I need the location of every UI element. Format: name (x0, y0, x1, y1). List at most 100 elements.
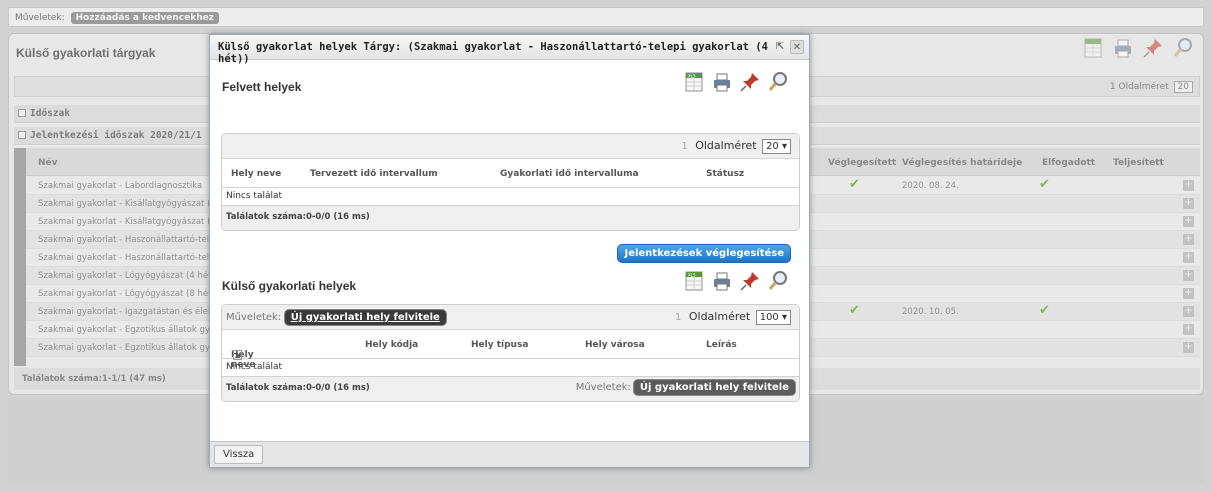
print-icon[interactable] (1112, 37, 1134, 59)
new-place-button[interactable]: Új gyakorlati hely felvitele (284, 310, 446, 325)
group-indent-bar (14, 148, 26, 366)
collapse-icon[interactable] (18, 131, 26, 139)
row-name: Szakmai gyakorlat - Haszonállattartó-tel… (38, 235, 215, 245)
print-icon[interactable] (711, 71, 733, 93)
expand-plus-icon[interactable]: + (1183, 234, 1194, 245)
close-icon[interactable]: ✕ (790, 40, 804, 54)
section2-toolbar: XLS (683, 270, 789, 292)
modal-header: Külső gyakorlat helyek Tárgy: (Szakmai g… (210, 35, 809, 65)
page-size-label: Oldalméret (1118, 82, 1169, 92)
external-places-grid: Műveletek: Új gyakorlati hely felvitele … (221, 304, 800, 402)
operations-label: Műveletek: (226, 312, 282, 323)
section1-toolbar: XLS (683, 71, 789, 93)
finalize-applications-button[interactable]: Jelentkezések véglegesítése (617, 244, 791, 263)
page-number[interactable]: 1 (675, 312, 681, 323)
col-place-city[interactable]: Hely városa (585, 340, 645, 350)
no-results-text: Nincs találat (222, 359, 799, 377)
deadline-date: 2020. 08. 24. (902, 181, 959, 191)
page-size-label: Oldalméret (695, 139, 757, 152)
grid-toolbar: 1 Oldalméret 20 ▾ (222, 134, 799, 159)
modal-footer: Vissza (210, 441, 809, 467)
background-operations-bar: Műveletek: Hozzáadás a kedvencekhez (8, 7, 1204, 27)
expand-plus-icon[interactable]: + (1183, 216, 1194, 227)
add-to-favorites-button[interactable]: Hozzáadás a kedvencekhez (70, 12, 219, 24)
places-modal: Külső gyakorlat helyek Tárgy: (Szakmai g… (209, 34, 810, 468)
row-name: Szakmai gyakorlat - Kisállatgyógyászat ( (38, 217, 211, 227)
excel-icon[interactable]: XLS (683, 270, 705, 292)
result-count: Találatok száma:0-0/0 (16 ms) (222, 206, 799, 230)
col-elfogadott[interactable]: Elfogadott (1042, 158, 1095, 168)
col-practice-interval[interactable]: Gyakorlati idő intervalluma (500, 169, 639, 179)
popout-icon[interactable]: ⇱ (773, 40, 787, 54)
page-size-select[interactable]: 20 ▾ (762, 139, 791, 154)
grid-toolbar: Műveletek: Új gyakorlati hely felvitele … (222, 305, 799, 330)
col-planned-interval[interactable]: Tervezett idő intervallum (310, 169, 438, 179)
modal-body: Felvett helyek XLS 1 Oldalméret 20 ▾ Hel… (210, 61, 809, 442)
no-results-text: Nincs találat (222, 188, 799, 206)
grid-footer: Találatok száma:0-0/0 (16 ms) Műveletek:… (222, 377, 799, 401)
section-title-external-places: Külső gyakorlati helyek (222, 279, 357, 293)
operations-label: Műveletek: (575, 382, 631, 393)
row-name: Szakmai gyakorlat - Lógyógyászat (4 hét (38, 271, 212, 281)
page-number[interactable]: 1 (1110, 82, 1116, 92)
page-number[interactable]: 1 (681, 141, 687, 152)
expand-plus-icon[interactable]: + (1183, 270, 1194, 281)
page-size-select[interactable]: 20 (1173, 81, 1193, 93)
accepted-check-icon: ✔ (1039, 177, 1050, 192)
expand-plus-icon[interactable]: + (1183, 288, 1194, 299)
svg-text:XLS: XLS (688, 273, 696, 278)
col-hatarido[interactable]: Véglegesítés határideje (902, 158, 1022, 168)
row-name: Szakmai gyakorlat - Egzotikus állatok gy (38, 325, 210, 335)
expand-plus-icon[interactable]: + (1183, 306, 1194, 317)
row-name: Szakmai gyakorlat - Igazgatástan és élel (38, 307, 211, 317)
col-veglegesitett[interactable]: Véglegesített (828, 158, 896, 168)
pager: 1 Oldalméret 100 ▾ (675, 310, 791, 325)
row-name: Szakmai gyakorlat - Egzotikus állatok gy (38, 343, 210, 353)
grid-header: Hely neve Tervezett idő intervallum Gyak… (222, 159, 799, 188)
taken-places-grid: 1 Oldalméret 20 ▾ Hely neve Tervezett id… (221, 133, 800, 231)
col-status[interactable]: Státusz (706, 169, 744, 179)
finalized-check-icon: ✔ (849, 303, 860, 318)
excel-icon[interactable] (1082, 37, 1104, 59)
excel-icon[interactable]: XLS (683, 71, 705, 93)
accepted-check-icon: ✔ (1039, 303, 1050, 318)
col-place-code[interactable]: Hely kódja (365, 340, 418, 350)
search-icon[interactable] (1172, 37, 1194, 59)
col-teljesitett[interactable]: Teljesített (1113, 158, 1164, 168)
col-place-type[interactable]: Hely típusa (471, 340, 528, 350)
search-icon[interactable] (767, 270, 789, 292)
back-button[interactable]: Vissza (214, 445, 264, 464)
pin-icon[interactable] (739, 270, 761, 292)
expand-plus-icon[interactable]: + (1183, 342, 1194, 353)
background-toolbar (1082, 37, 1194, 59)
pin-icon[interactable] (739, 71, 761, 93)
deadline-date: 2020. 10. 05. (902, 307, 959, 317)
search-icon[interactable] (767, 71, 789, 93)
finalized-check-icon: ✔ (849, 177, 860, 192)
page-size-label: Oldalméret (688, 310, 751, 323)
page-size-select[interactable]: 100 ▾ (755, 310, 791, 325)
row-name: Szakmai gyakorlat - Lógyógyászat (8 hét (38, 289, 212, 299)
row-name: Szakmai gyakorlat - Kisállatgyógyászat ( (38, 199, 211, 209)
sort-ascending-icon[interactable]: ▲ (233, 350, 243, 360)
row-name: Szakmai gyakorlat - Labordiagnosztika (38, 181, 203, 191)
collapse-icon[interactable] (18, 109, 26, 117)
expand-plus-icon[interactable]: + (1183, 324, 1194, 335)
col-place-name[interactable]: Hely neve (231, 169, 281, 179)
result-count: Találatok száma:0-0/0 (16 ms) (226, 383, 370, 393)
page-title: Külső gyakorlati tárgyak (16, 46, 156, 60)
operations-label: Műveletek: (15, 13, 65, 23)
pin-icon[interactable] (1142, 37, 1164, 59)
col-description[interactable]: Leírás (706, 340, 737, 350)
expand-plus-icon[interactable]: + (1183, 252, 1194, 263)
new-place-button-footer[interactable]: Új gyakorlati hely felvitele (633, 380, 795, 395)
section-title-taken-places: Felvett helyek (222, 80, 302, 94)
row-name: Szakmai gyakorlat - Haszonállattartó-tel… (38, 253, 215, 263)
grid-header: Hely neve ▲ Hely kódja Hely típusa Hely … (222, 330, 799, 370)
pager: 1 Oldalméret 20 ▾ (681, 139, 791, 154)
print-icon[interactable] (711, 270, 733, 292)
expand-plus-icon[interactable]: + (1183, 180, 1194, 191)
expand-plus-icon[interactable]: + (1183, 198, 1194, 209)
col-nev[interactable]: Név (38, 158, 58, 168)
svg-text:XLS: XLS (688, 74, 696, 79)
